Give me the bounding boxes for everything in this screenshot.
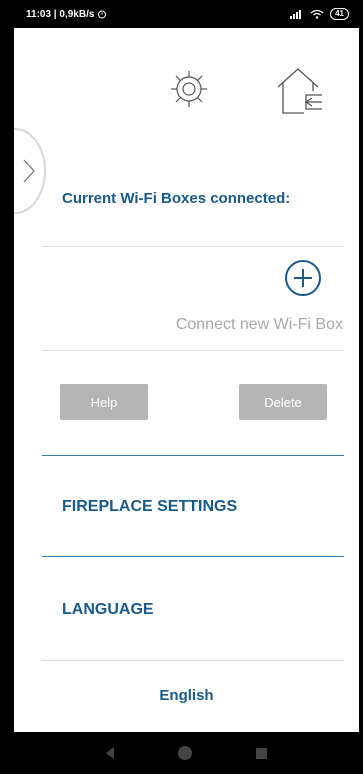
divider [42,350,344,351]
status-time-speed: 11:03 | 0,9kB/s [26,8,95,20]
connect-wifi-box-label[interactable]: Connect new Wi-Fi Box [176,316,343,334]
screen-left-edge [0,0,14,774]
nav-recent-icon[interactable] [256,747,267,759]
app-screen: 11:03 | 0,9kB/s 41 Current Wi-Fi Boxes c… [14,0,359,774]
status-right: 41 [290,8,349,20]
gear-icon[interactable] [169,69,209,114]
section-divider [42,556,344,557]
section-divider [42,455,344,456]
alarm-icon [98,10,107,19]
wifi-boxes-title: Current Wi-Fi Boxes connected: [62,190,291,207]
help-button[interactable]: Help [60,384,148,420]
divider [42,246,344,247]
nav-back-icon[interactable] [106,747,114,759]
delete-button[interactable]: Delete [239,384,327,420]
fireplace-settings-link[interactable]: FIREPLACE SETTINGS [62,498,237,516]
home-back-icon[interactable] [274,65,328,122]
status-bar: 11:03 | 0,9kB/s 41 [14,0,359,28]
top-toolbar [14,65,359,125]
system-nav-bar [14,732,359,774]
language-heading: LANGUAGE [62,601,154,618]
add-wifi-box-button[interactable] [285,260,321,296]
nav-home-icon[interactable] [178,746,192,760]
wifi-icon [310,9,324,19]
chevron-right-icon[interactable] [22,158,36,189]
signal-icon [290,10,302,19]
language-value[interactable]: English [14,687,359,704]
screen-right-edge [359,0,363,774]
divider [42,660,344,661]
battery-indicator: 41 [330,8,349,20]
status-left: 11:03 | 0,9kB/s [26,9,107,20]
